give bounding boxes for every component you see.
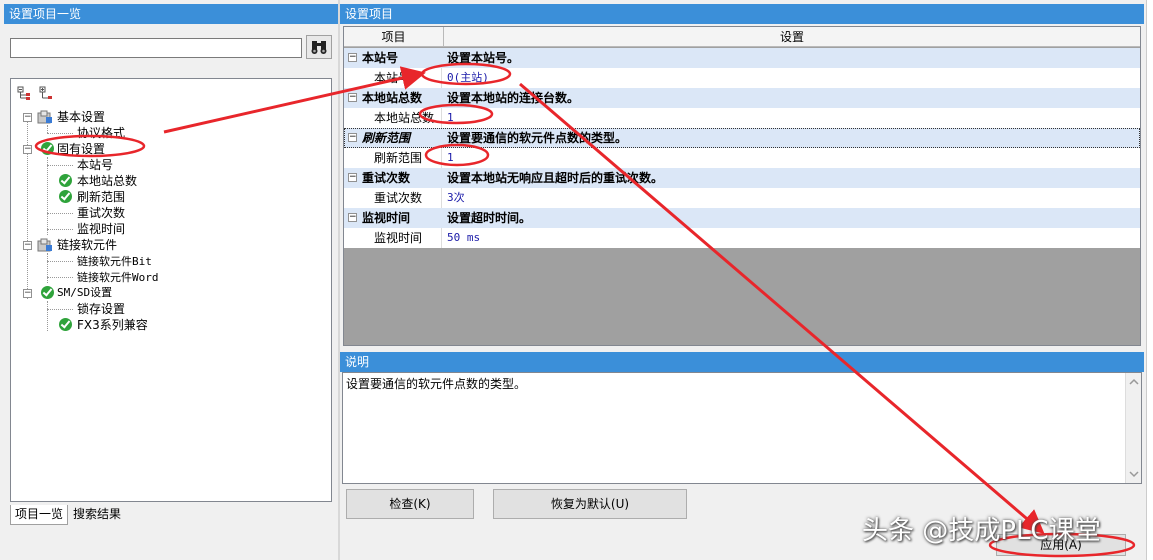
tree-item-label: SM/SD设置 (57, 286, 113, 299)
category-label: 本地站总数 (362, 91, 423, 105)
description-title: 说明 (340, 352, 1144, 372)
collapse-toggle[interactable]: − (23, 289, 32, 298)
collapse-toggle[interactable]: − (348, 53, 357, 62)
category-description: 设置本地站的连接台数。 (447, 91, 580, 105)
tree-item-basic-settings[interactable]: − 基本设置 (11, 109, 331, 125)
category-row-local-station-total[interactable]: − 本地站总数 设置本地站的连接台数。 (344, 88, 1140, 108)
reset-default-button[interactable]: 恢复为默认(U) (493, 489, 687, 519)
expand-all-icon[interactable] (17, 86, 31, 100)
tree-item-label: 刷新范围 (77, 190, 126, 204)
tree-item-station-number[interactable]: 本站号 (77, 157, 113, 173)
description-text: 设置要通信的软元件点数的类型。 (346, 377, 527, 391)
setting-row-monitor-time[interactable]: 监视时间 50 ms (344, 228, 1140, 248)
search-button[interactable] (306, 35, 332, 59)
category-description: 设置本站号。 (447, 51, 520, 65)
setting-label: 重试次数 (344, 188, 442, 208)
tree-item-link-device-bit[interactable]: 链接软元件Bit (77, 253, 152, 269)
settings-folder-icon (37, 238, 52, 252)
setting-label: 监视时间 (344, 228, 442, 248)
column-header-setting: 设置 (779, 30, 804, 44)
settings-list-title: 设置项目一览 (4, 4, 338, 24)
tree-item-label: 本地站总数 (77, 174, 138, 188)
category-row-station-number[interactable]: − 本站号 设置本站号。 (344, 48, 1140, 68)
category-description: 设置要通信的软元件点数的类型。 (447, 131, 628, 145)
grid-empty-area (344, 249, 1140, 345)
check-button[interactable]: 检查(K) (346, 489, 474, 519)
tree-item-label: 重试次数 (77, 206, 126, 220)
tree-item-label: 协议格式 (77, 126, 126, 140)
grid-header: 项目 设置 (344, 27, 1140, 47)
tree-item-latch-settings[interactable]: 锁存设置 (77, 301, 125, 317)
setting-row-local-station-total[interactable]: 本地站总数 1 (344, 108, 1140, 128)
search-input[interactable] (10, 38, 302, 58)
collapse-toggle[interactable]: − (23, 241, 32, 250)
tab-project-list[interactable]: 项目一览 (10, 505, 68, 525)
tab-search-results[interactable]: 搜索结果 (69, 505, 127, 525)
setting-row-retry-count[interactable]: 重试次数 3次 (344, 188, 1140, 208)
tree-item-link-device-word[interactable]: 链接软元件Word (77, 269, 159, 285)
tree-item-refresh-range[interactable]: 刷新范围 (59, 189, 179, 205)
category-description: 设置超时时间。 (447, 211, 532, 225)
collapse-toggle[interactable]: − (348, 93, 357, 102)
settings-tree: − 基本设置 协议格式 − 固有设置 本站号 本地站总数 刷新范围 重试次数 监… (10, 78, 332, 502)
window-edge (1146, 0, 1153, 560)
tree-item-label: 链接软元件Bit (77, 255, 152, 268)
tree-item-label: 链接软元件Word (77, 271, 159, 284)
setting-value[interactable]: 3次 (444, 188, 465, 208)
collapse-toggle[interactable]: − (23, 145, 32, 154)
category-label: 重试次数 (362, 171, 411, 185)
description-box: 设置要通信的软元件点数的类型。 (342, 372, 1142, 484)
setting-label: 本地站总数 (344, 108, 442, 128)
tree-item-smsd-settings[interactable]: − SM/SD设置 (11, 285, 331, 301)
panel-splitter[interactable] (338, 0, 340, 560)
tree-item-label: 链接软元件 (57, 238, 118, 252)
setting-value[interactable]: 0(主站) (444, 68, 489, 88)
collapse-toggle[interactable]: − (23, 113, 32, 122)
description-scrollbar[interactable] (1125, 373, 1141, 483)
tree-item-label: 固有设置 (57, 142, 106, 156)
tree-item-label: 监视时间 (77, 222, 126, 236)
category-row-monitor-time[interactable]: − 监视时间 设置超时时间。 (344, 208, 1140, 228)
check-icon (59, 318, 72, 331)
watermark: 头条 @技成PLC课堂 (862, 516, 1101, 546)
scroll-down-icon[interactable] (1127, 468, 1141, 480)
category-row-retry-count[interactable]: − 重试次数 设置本地站无响应且超时后的重试次数。 (344, 168, 1140, 188)
tree-item-link-devices[interactable]: − 链接软元件 (11, 237, 331, 253)
setting-label: 刷新范围 (344, 148, 442, 168)
check-icon (59, 174, 72, 187)
settings-folder-icon (37, 110, 52, 124)
scroll-up-icon[interactable] (1127, 376, 1141, 388)
tree-item-retry-count[interactable]: 重试次数 (77, 205, 125, 221)
collapse-toggle[interactable]: − (348, 133, 357, 142)
setting-row-station-number[interactable]: 本站号 0(主站) (344, 68, 1140, 88)
category-label: 刷新范围 (362, 131, 411, 145)
category-row-refresh-range[interactable]: − 刷新范围 设置要通信的软元件点数的类型。 (344, 128, 1140, 148)
column-header-item: 项目 (344, 27, 444, 47)
setting-value[interactable]: 1 (444, 108, 454, 128)
category-label: 本站号 (362, 51, 399, 65)
setting-row-refresh-range[interactable]: 刷新范围 1 (344, 148, 1140, 168)
settings-grid: 项目 设置 − 本站号 设置本站号。 本站号 0(主站) − 本地站总数 设置本… (343, 26, 1141, 346)
collapse-toggle[interactable]: − (348, 213, 357, 222)
setting-label: 本站号 (344, 68, 442, 88)
tree-item-label: FX3系列兼容 (77, 318, 148, 332)
tree-item-monitor-time[interactable]: 监视时间 (77, 221, 125, 237)
setting-value[interactable]: 50 ms (444, 228, 480, 248)
settings-items-title: 设置项目 (340, 4, 1144, 24)
binoculars-icon (311, 41, 327, 54)
tree-item-label: 基本设置 (57, 110, 106, 124)
tree-item-label: 本站号 (77, 158, 114, 172)
setting-value[interactable]: 1 (444, 148, 454, 168)
collapse-all-icon[interactable] (39, 86, 53, 100)
check-icon (41, 142, 54, 155)
check-icon (41, 286, 54, 299)
collapse-toggle[interactable]: − (348, 173, 357, 182)
check-icon (59, 190, 72, 203)
tree-item-label: 锁存设置 (77, 302, 126, 316)
tree-item-protocol-format[interactable]: 协议格式 (77, 125, 125, 141)
tree-item-fixed-settings[interactable]: − 固有设置 (11, 141, 331, 157)
category-description: 设置本地站无响应且超时后的重试次数。 (447, 171, 664, 185)
category-label: 监视时间 (362, 211, 411, 225)
